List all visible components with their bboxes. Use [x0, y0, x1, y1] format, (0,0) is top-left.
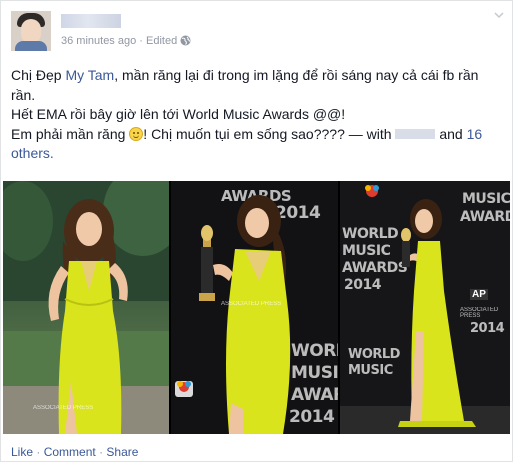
message-line-3: Hết EMA rồi bây giờ lên tới World Music …: [11, 106, 346, 122]
others-link[interactable]: others.: [11, 145, 54, 161]
photo-2-illustration: [175, 195, 291, 434]
photo-1-illustration: [3, 181, 169, 434]
photo-2[interactable]: AWARDS 2014 WORLD MUSIC AWARDS 2014: [171, 181, 338, 434]
post-actions: Like · Comment · Share: [11, 445, 138, 459]
meta-separator: ·: [139, 35, 143, 47]
photo-1[interactable]: ASSOCIATED PRESS: [3, 181, 169, 434]
avatar-face: [21, 19, 41, 43]
tagged-friend-blurred[interactable]: [395, 128, 436, 139]
message-line-5: others.: [11, 144, 501, 164]
photo-watermark: ASSOCIATED PRESS: [460, 307, 499, 319]
comment-link[interactable]: Comment: [44, 445, 96, 459]
news-feed-post: 36 minutes ago · Edited Chị Đẹp My Tam, …: [0, 0, 513, 462]
globe-icon[interactable]: [180, 35, 191, 49]
smiley-emoticon-icon: [129, 126, 144, 141]
message-line-2: rần.: [11, 86, 36, 103]
message-line-4: Em phải mần răng ! Chị muốn tụi em sống …: [11, 125, 501, 145]
avatar[interactable]: [11, 11, 51, 51]
avatar-shirt: [15, 41, 47, 51]
others-count-link[interactable]: 16: [467, 126, 483, 142]
share-link[interactable]: Share: [106, 445, 138, 459]
edited-link[interactable]: Edited: [146, 35, 177, 47]
post-meta: 36 minutes ago · Edited: [61, 35, 191, 49]
timestamp-link[interactable]: 36 minutes ago: [61, 35, 136, 47]
photo-collage: ASSOCIATED PRESS AWARDS 2014 WORLD MUSIC…: [3, 181, 510, 434]
post-message: Chị Đẹp My Tam, mần răng lại đi trong im…: [11, 66, 501, 164]
action-separator: ·: [99, 445, 104, 459]
message-text: ! Chị muốn tụi em sống sao???? — with: [143, 125, 396, 142]
message-text: and: [435, 125, 467, 142]
photo-watermark: ASSOCIATED PRESS: [33, 405, 94, 411]
message-line-1: Chị Đẹp My Tam, mần răng lại đi trong im…: [11, 66, 501, 86]
message-text: Chị Đẹp: [11, 67, 66, 83]
tagged-person-link[interactable]: My Tam: [65, 67, 114, 83]
message-text: , mần răng lại đi trong im lặng để rồi s…: [114, 67, 479, 83]
photo-watermark: ASSOCIATED PRESS: [221, 301, 282, 307]
like-link[interactable]: Like: [11, 445, 33, 459]
action-separator: ·: [36, 445, 41, 459]
message-text: Em phải mần răng: [11, 125, 130, 142]
author-name-blurred[interactable]: [61, 14, 121, 28]
post-options-chevron-icon[interactable]: [494, 9, 504, 19]
photo-3[interactable]: WORLD MUSIC AWARDS 2014 WORLD MUSIC MUSI…: [340, 181, 510, 434]
